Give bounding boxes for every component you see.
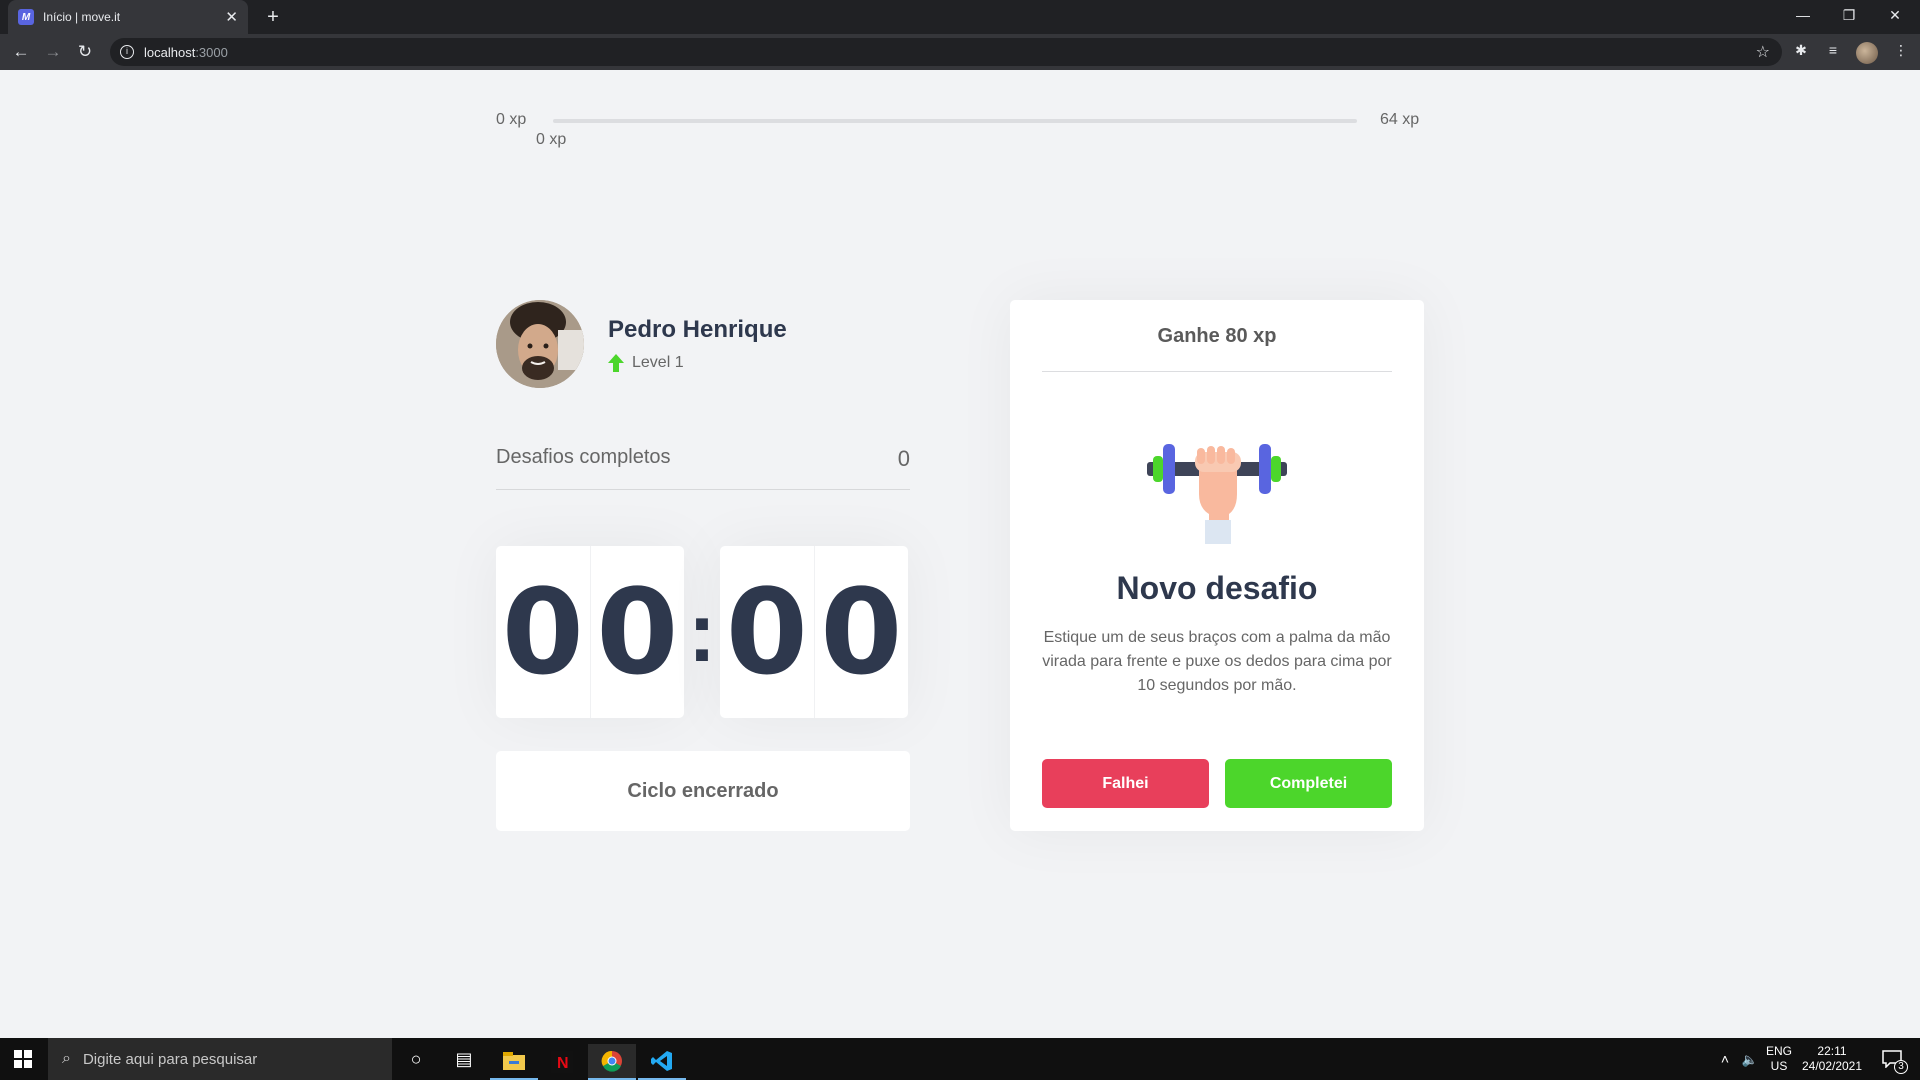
new-tab-button[interactable]: + (260, 4, 286, 30)
menu-kebab-icon[interactable]: ⋮ (1890, 42, 1912, 62)
completed-challenges-label: Desafios completos (496, 446, 671, 468)
completed-button[interactable]: Completei (1225, 759, 1392, 808)
challenge-title: Novo desafio (1116, 570, 1318, 606)
bookmark-star-icon[interactable]: ☆ (1756, 42, 1770, 62)
countdown-second-units: 0 (820, 563, 903, 701)
tray-chevron-up-icon[interactable]: ˄ (1714, 1038, 1736, 1080)
clock-time: 22:11 (1817, 1044, 1847, 1058)
search-icon: ⌕ (62, 1050, 71, 1067)
notifications-count: 3 (1894, 1060, 1908, 1074)
language-top: ENG (1765, 1044, 1792, 1058)
file-explorer-icon[interactable] (490, 1044, 538, 1080)
close-window-icon[interactable]: ✕ (1872, 0, 1918, 30)
xp-progress-bar (553, 119, 1357, 123)
challenge-card: Ganhe 80 xp Novo desafio Estique um de s… (1010, 300, 1424, 831)
forward-icon[interactable]: → (42, 41, 64, 63)
countdown-minutes: 0 0 (496, 546, 684, 718)
failed-button[interactable]: Falhei (1042, 759, 1209, 808)
svg-text:N: N (557, 1055, 569, 1072)
taskbar-search[interactable]: ⌕ Digite aqui para pesquisar (48, 1038, 392, 1080)
restore-icon[interactable]: ❐ (1826, 0, 1872, 30)
task-view-icon[interactable]: ▤ (440, 1041, 488, 1077)
profile-name: Pedro Henrique (608, 316, 787, 343)
windows-start-icon[interactable] (14, 1050, 32, 1068)
url-bar[interactable]: i localhost:3000 ☆ (110, 38, 1782, 66)
level-label: Level 1 (632, 354, 684, 371)
countdown-minute-tens: 0 (496, 546, 591, 718)
dumbbell-icon (1147, 444, 1287, 544)
level-up-arrow-icon (608, 354, 624, 372)
vscode-icon[interactable] (638, 1044, 686, 1080)
site-info-icon[interactable]: i (120, 45, 134, 59)
language-indicator[interactable]: ENG US (1764, 1038, 1794, 1080)
profile-avatar-icon[interactable] (1856, 42, 1878, 64)
browser-tab[interactable]: M Início | move.it ✕ (8, 0, 248, 34)
tab-title: Início | move.it (43, 10, 121, 24)
close-tab-icon[interactable]: ✕ (225, 8, 238, 26)
minimize-icon[interactable]: — (1780, 0, 1826, 30)
back-icon[interactable]: ← (10, 41, 32, 63)
avatar-photo-icon (496, 300, 584, 388)
completed-challenges-count: 0 (897, 446, 910, 471)
chrome-icon[interactable] (588, 1044, 636, 1080)
browser-tab-bar: M Início | move.it ✕ + — ❐ ✕ (0, 0, 1920, 34)
challenge-xp-header: Ganhe 80 xp (1042, 300, 1392, 372)
reload-icon[interactable]: ↻ (74, 41, 96, 63)
favicon-icon: M (18, 9, 34, 25)
countdown-minute-units: 0 (596, 563, 679, 701)
volume-icon[interactable]: 🔈 (1738, 1038, 1762, 1080)
cortana-icon[interactable]: ○ (392, 1041, 440, 1077)
url-port: :3000 (195, 44, 228, 60)
countdown-separator: : (688, 584, 716, 679)
countdown: 0 0 : 0 0 (496, 546, 908, 718)
clock-date: 24/02/2021 (1801, 1059, 1863, 1073)
profile-level: Level 1 (608, 354, 684, 372)
avatar (496, 300, 584, 388)
netflix-icon[interactable]: N (538, 1044, 586, 1080)
cycle-ended-button[interactable]: Ciclo encerrado (496, 751, 910, 831)
clock[interactable]: 22:11 24/02/2021 (1798, 1038, 1866, 1080)
url-host: localhost (144, 44, 196, 60)
challenge-description: Estique um de seus braços com a palma da… (1042, 629, 1392, 694)
completed-challenges: Desafios completos 0 (496, 446, 910, 490)
language-bottom: US (1770, 1059, 1788, 1073)
page-content: 0 xp 64 xp 0 xp Pedro Henrique Level 1 D… (0, 70, 1920, 1038)
xp-current-label: 0 xp (536, 131, 567, 148)
media-control-icon[interactable]: ≡ (1822, 42, 1844, 62)
notifications-icon[interactable]: 3 (1872, 1038, 1912, 1080)
address-toolbar: ← → ↻ i localhost:3000 ☆ ✱ ≡ ⋮ (0, 34, 1920, 70)
extensions-icon[interactable]: ✱ (1790, 42, 1812, 62)
countdown-second-tens: 0 (720, 546, 815, 718)
countdown-seconds: 0 0 (720, 546, 908, 718)
taskbar: ⌕ Digite aqui para pesquisar ○ ▤ N ˄ 🔈 E… (0, 1038, 1920, 1080)
xp-max-label: 64 xp (1380, 111, 1420, 128)
xp-min-label: 0 xp (496, 111, 527, 128)
taskbar-search-placeholder: Digite aqui para pesquisar (82, 1050, 258, 1068)
